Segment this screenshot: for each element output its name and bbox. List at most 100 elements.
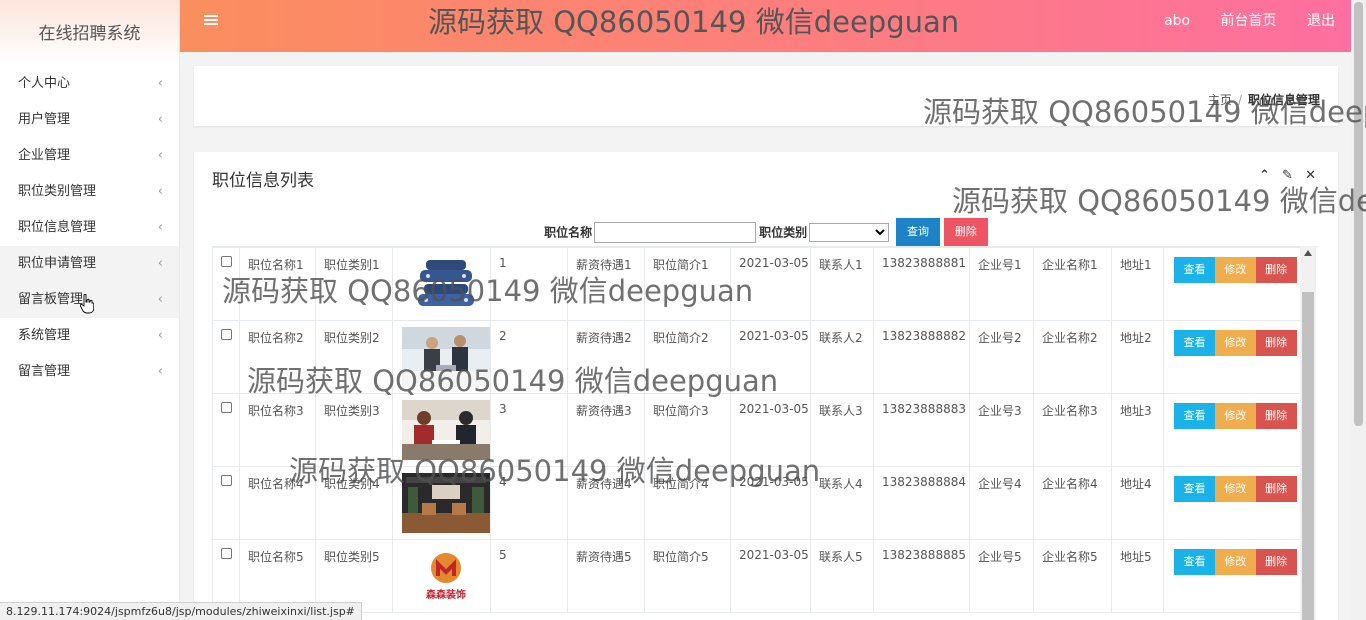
cell-contact: 联系人3: [810, 393, 874, 467]
chevron-left-icon: ‹: [157, 76, 163, 91]
cell-addr: 地址1: [1111, 247, 1164, 321]
cell-type: 职位类别3: [315, 393, 393, 467]
sidebar-item-company-management[interactable]: 企业管理 ‹: [0, 138, 179, 174]
row-checkbox[interactable]: [221, 329, 232, 340]
sidebar-item-system-management[interactable]: 系统管理 ‹: [0, 318, 179, 354]
breadcrumb: 主页 / 职位信息管理: [1208, 91, 1320, 108]
edit-button[interactable]: 修改: [1214, 257, 1256, 283]
sidebar-item-label: 用户管理: [18, 112, 71, 127]
sidebar-item-job-category-management[interactable]: 职位类别管理 ‹: [0, 174, 179, 210]
cell-contact: 联系人4: [810, 466, 874, 540]
cell-intro: 职位简介1: [644, 247, 731, 321]
cell-company: 企业名称1: [1033, 247, 1112, 321]
cell-contact: 联系人1: [810, 247, 874, 321]
cell-no: 1: [490, 247, 568, 321]
collapse-icon[interactable]: ⌃: [1259, 168, 1270, 183]
cell-company-no: 企业号2: [969, 320, 1034, 394]
sidebar-item-label: 个人中心: [18, 76, 71, 91]
sidebar-item-message-management[interactable]: 留言管理 ‹: [0, 354, 179, 390]
delete-button[interactable]: 删除: [1255, 403, 1297, 429]
delete-button[interactable]: 删除: [1255, 549, 1297, 575]
sidebar-item-label: 留言板管理: [18, 292, 84, 307]
delete-button[interactable]: 删除: [1255, 257, 1297, 283]
job-name-input[interactable]: [594, 221, 757, 243]
sidebar-item-job-info-management[interactable]: 职位信息管理 ‹: [0, 210, 179, 246]
app-title: 在线招聘系统: [0, 0, 179, 66]
delete-button[interactable]: 删除: [1255, 476, 1297, 502]
logout-link[interactable]: 退出: [1307, 13, 1335, 29]
cell-no: 5: [490, 539, 568, 613]
breadcrumb-home[interactable]: 主页: [1208, 93, 1232, 107]
close-icon[interactable]: ✕: [1305, 168, 1316, 183]
row-checkbox[interactable]: [221, 548, 232, 559]
cell-date: 2021-03-05: [730, 539, 811, 613]
row-checkbox[interactable]: [221, 402, 232, 413]
edit-button[interactable]: 修改: [1214, 549, 1256, 575]
sidebar-item-job-application-management[interactable]: 职位申请管理 ‹: [0, 246, 179, 282]
view-button[interactable]: 查看: [1174, 476, 1215, 502]
cell-salary: 薪资待遇1: [567, 247, 645, 321]
edit-button[interactable]: 修改: [1214, 403, 1256, 429]
job-type-select[interactable]: [809, 222, 890, 242]
job-image: 森森装饰: [402, 546, 490, 609]
job-table: 职位名称1 职位类别1 1 薪资待遇1 职位简介1 2021-03-05 联系人1 13823…: [212, 247, 1303, 613]
view-button[interactable]: 查看: [1174, 403, 1215, 429]
table-row: 职位名称3 职位类别3 3 薪资待遇3 职位简介3 2021-03-05 联系人3 13823…: [212, 393, 1303, 467]
cell-phone: 13823888885: [873, 539, 970, 613]
sidebar-item-label: 留言管理: [18, 364, 71, 379]
header-links: abo 前台首页 退出: [1138, 0, 1335, 42]
query-button[interactable]: 查询: [896, 218, 941, 246]
batch-delete-button[interactable]: 删除: [943, 218, 988, 246]
row-actions: 查看 修改 删除: [1163, 393, 1303, 467]
frontend-home-link[interactable]: 前台首页: [1221, 13, 1277, 29]
table-scrollbar[interactable]: [1300, 246, 1316, 620]
edit-button[interactable]: 修改: [1214, 330, 1256, 356]
row-checkbox[interactable]: [221, 256, 232, 267]
cell-date: 2021-03-05: [730, 247, 811, 321]
cell-company-no: 企业号5: [969, 539, 1034, 613]
wrench-icon[interactable]: ✎: [1282, 168, 1293, 183]
sidebar-item-label: 职位申请管理: [18, 256, 97, 271]
delete-button[interactable]: 删除: [1255, 330, 1297, 356]
panel-title: 职位信息列表: [212, 171, 314, 191]
sidebar-item-label: 系统管理: [18, 328, 71, 343]
sidebar-item-personal-center[interactable]: 个人中心 ‹: [0, 66, 179, 102]
header-watermark-text: 源码获取 QQ86050149 微信deepguan: [428, 5, 960, 39]
row-checkbox-cell: [212, 247, 240, 321]
cell-date: 2021-03-05: [730, 320, 811, 394]
edit-button[interactable]: 修改: [1214, 476, 1256, 502]
cell-no: 4: [490, 466, 568, 540]
sidebar-item-label: 企业管理: [18, 148, 71, 163]
cell-intro: 职位简介2: [644, 320, 731, 394]
job-table-container: 职位名称1 职位类别1 1 薪资待遇1 职位简介1 2021-03-05 联系人1 13823…: [212, 246, 1318, 620]
job-image-cell: [392, 320, 491, 394]
row-checkbox-cell: [212, 320, 240, 394]
sidebar-item-user-management[interactable]: 用户管理 ‹: [0, 102, 179, 138]
user-name-link[interactable]: abo: [1164, 13, 1190, 29]
table-scrollbar-thumb[interactable]: [1302, 292, 1314, 620]
page-scrollbar[interactable]: [1351, 0, 1366, 620]
table-row: 职位名称5 职位类别5 森森装饰 5 薪资待遇5 职位简介5 2021-03-05 联系人5 1…: [212, 539, 1303, 613]
scroll-up-arrow-icon[interactable]: [1304, 250, 1312, 256]
view-button[interactable]: 查看: [1174, 257, 1215, 283]
cell-date: 2021-03-05: [730, 393, 811, 467]
cell-company: 企业名称3: [1033, 393, 1112, 467]
cell-company: 企业名称4: [1033, 466, 1112, 540]
chevron-left-icon: ‹: [157, 148, 163, 163]
company-logo-text: 森森装饰: [425, 588, 466, 601]
cell-name: 职位名称1: [239, 247, 316, 321]
view-button[interactable]: 查看: [1174, 549, 1215, 575]
page-scrollbar-thumb[interactable]: [1354, 2, 1363, 426]
row-actions: 查看 修改 删除: [1163, 320, 1303, 394]
view-button[interactable]: 查看: [1174, 330, 1215, 356]
chevron-left-icon: ‹: [157, 292, 163, 307]
sidebar-nav: 个人中心 ‹ 用户管理 ‹ 企业管理 ‹ 职位类别管理 ‹ 职位信息管理 ‹ 职位申请管理 ‹ 留言板管…: [0, 66, 179, 390]
menu-toggle-icon[interactable]: [204, 15, 218, 29]
chevron-left-icon: ‹: [157, 256, 163, 271]
row-checkbox[interactable]: [221, 475, 232, 486]
row-actions: 查看 修改 删除: [1163, 247, 1303, 321]
cell-phone: 13823888883: [873, 393, 970, 467]
cell-date: 2021-03-05: [730, 466, 811, 540]
search-bar: 职位名称 职位类别 查询 删除: [194, 218, 1338, 246]
job-image: [402, 327, 490, 390]
